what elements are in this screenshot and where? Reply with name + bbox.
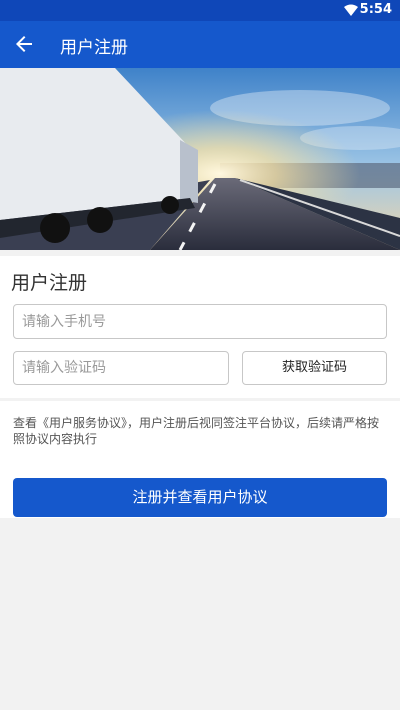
form-heading: 用户注册	[11, 272, 88, 294]
wifi-icon	[344, 4, 358, 16]
registration-form: 用户注册 获取验证码	[0, 256, 400, 398]
verification-code-input[interactable]	[13, 351, 229, 385]
phone-input[interactable]	[13, 304, 387, 339]
status-bar: 5:54	[0, 0, 400, 21]
register-button[interactable]: 注册并查看用户协议	[13, 478, 387, 517]
hero-banner-image	[0, 68, 400, 250]
app-bar: 用户注册	[0, 21, 400, 68]
status-time: 5:54	[359, 2, 392, 17]
page-title: 用户注册	[60, 38, 128, 58]
get-code-button[interactable]: 获取验证码	[242, 351, 387, 385]
agreement-text[interactable]: 查看《用户服务协议》，用户注册后视同签注平台协议，后续请严格按照协议内容执行	[13, 415, 389, 447]
back-arrow-icon[interactable]	[12, 32, 36, 56]
